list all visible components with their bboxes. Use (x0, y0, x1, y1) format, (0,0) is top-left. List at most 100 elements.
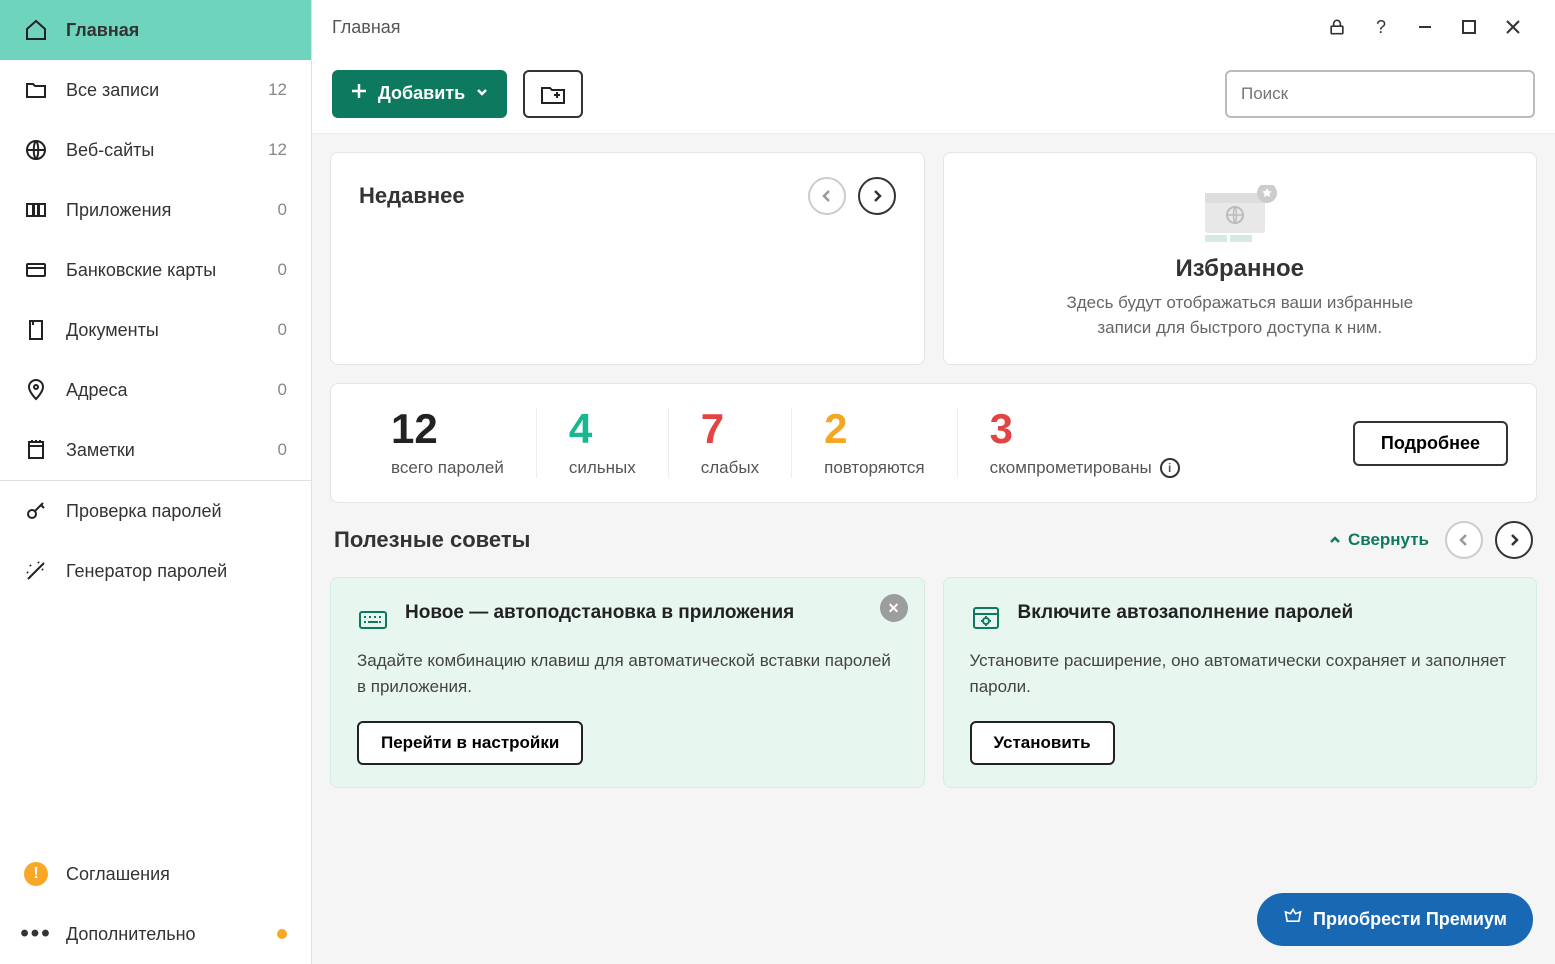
sidebar-item-label: Веб-сайты (66, 140, 250, 161)
sidebar-item-label: Проверка паролей (66, 501, 287, 522)
sidebar-item-agreements[interactable]: ! Соглашения (0, 844, 311, 904)
password-stats-card: 12 всего паролей 4 сильных 7 слабых 2 по… (330, 383, 1537, 503)
stat-total: 12 всего паролей (359, 408, 537, 478)
sidebar-item-cards[interactable]: Банковские карты 0 (0, 240, 311, 300)
favorites-desc: Здесь будут отображаться ваши избранные … (1040, 291, 1440, 340)
globe-icon (24, 138, 48, 162)
recent-prev-button[interactable] (808, 177, 846, 215)
card-icon (24, 258, 48, 282)
stat-repeat-num: 2 (824, 408, 925, 450)
sidebar-item-label: Адреса (66, 380, 260, 401)
minimize-button[interactable] (1403, 5, 1447, 49)
sidebar-item-password-check[interactable]: Проверка паролей (0, 481, 311, 541)
chevron-down-icon (475, 83, 489, 104)
stat-strong-num: 4 (569, 408, 636, 450)
tips-collapse-link[interactable]: Свернуть (1328, 530, 1429, 550)
tip-title: Новое — автоподстановка в приложения (405, 600, 794, 626)
sidebar-item-label: Генератор паролей (66, 561, 287, 582)
toolbar: Добавить (312, 54, 1555, 134)
home-icon (24, 18, 48, 42)
warning-icon: ! (24, 862, 48, 886)
sidebar-item-more[interactable]: ••• Дополнительно (0, 904, 311, 964)
stat-comp-label: скомпрометированы (990, 458, 1152, 478)
sidebar-item-addresses[interactable]: Адреса 0 (0, 360, 311, 420)
stat-strong-label: сильных (569, 458, 636, 478)
stat-compromised: 3 скомпрометированы i (958, 408, 1212, 478)
more-icon: ••• (24, 922, 48, 946)
folder-icon (24, 78, 48, 102)
tip-card-extension: Включите автозаполнение паролей Установи… (943, 577, 1538, 788)
main-area: Главная ? Добавить (312, 0, 1555, 964)
content: Недавнее (312, 134, 1555, 964)
sidebar-item-label: Приложения (66, 200, 260, 221)
search-input[interactable] (1225, 70, 1535, 118)
document-icon (24, 318, 48, 342)
sidebar-item-count: 0 (278, 260, 287, 280)
tips-next-button[interactable] (1495, 521, 1533, 559)
browser-gear-icon (970, 602, 1002, 634)
stat-weak-label: слабых (701, 458, 759, 478)
stat-total-label: всего паролей (391, 458, 504, 478)
tips-prev-button[interactable] (1445, 521, 1483, 559)
sidebar-item-documents[interactable]: Документы 0 (0, 300, 311, 360)
add-button-label: Добавить (378, 83, 465, 104)
maximize-button[interactable] (1447, 5, 1491, 49)
tip-install-button[interactable]: Установить (970, 721, 1115, 765)
tip-desc: Задайте комбинацию клавиш для автоматиче… (357, 648, 898, 699)
sidebar-item-label: Все записи (66, 80, 250, 101)
recent-title: Недавнее (359, 183, 465, 209)
recent-next-button[interactable] (858, 177, 896, 215)
close-button[interactable] (1491, 5, 1535, 49)
sidebar-item-all[interactable]: Все записи 12 (0, 60, 311, 120)
stats-more-button[interactable]: Подробнее (1353, 421, 1508, 466)
stat-total-num: 12 (391, 408, 504, 450)
stat-repeat-label: повторяются (824, 458, 925, 478)
location-icon (24, 378, 48, 402)
sidebar-item-home[interactable]: Главная (0, 0, 311, 60)
sidebar-item-apps[interactable]: Приложения 0 (0, 180, 311, 240)
notification-dot (277, 929, 287, 939)
sidebar-item-websites[interactable]: Веб-сайты 12 (0, 120, 311, 180)
stat-repeat: 2 повторяются (792, 408, 958, 478)
sidebar-item-label: Заметки (66, 440, 260, 461)
add-folder-button[interactable] (523, 70, 583, 118)
stat-strong: 4 сильных (537, 408, 669, 478)
sidebar-item-count: 0 (278, 440, 287, 460)
stat-weak: 7 слабых (669, 408, 792, 478)
stat-comp-num: 3 (990, 408, 1180, 450)
tip-card-autofill-apps: ✕ Новое — автоподстановка в приложения З… (330, 577, 925, 788)
recent-card: Недавнее (330, 152, 925, 365)
tips-header: Полезные советы Свернуть (330, 521, 1537, 559)
favorites-placeholder-icon (1195, 185, 1285, 245)
tip-close-button[interactable]: ✕ (880, 594, 908, 622)
sidebar-item-count: 0 (278, 200, 287, 220)
sidebar-item-count: 12 (268, 140, 287, 160)
sidebar-item-count: 0 (278, 320, 287, 340)
premium-button[interactable]: Приобрести Премиум (1257, 893, 1533, 946)
tip-desc: Установите расширение, оно автоматически… (970, 648, 1511, 699)
help-button[interactable]: ? (1359, 5, 1403, 49)
info-icon[interactable]: i (1160, 458, 1180, 478)
favorites-card: Избранное Здесь будут отображаться ваши … (943, 152, 1538, 365)
lock-button[interactable] (1315, 5, 1359, 49)
plus-icon (350, 82, 368, 105)
page-title: Главная (332, 17, 401, 38)
wand-icon (24, 559, 48, 583)
apps-icon (24, 198, 48, 222)
sidebar-item-label: Соглашения (66, 864, 287, 885)
tip-settings-button[interactable]: Перейти в настройки (357, 721, 583, 765)
crown-icon (1283, 907, 1303, 932)
favorites-title: Избранное (1176, 255, 1304, 283)
sidebar-item-notes[interactable]: Заметки 0 (0, 420, 311, 480)
premium-label: Приобрести Премиум (1313, 909, 1507, 930)
sidebar-item-label: Документы (66, 320, 260, 341)
stat-weak-num: 7 (701, 408, 759, 450)
tip-title: Включите автозаполнение паролей (1018, 600, 1354, 626)
sidebar-item-count: 12 (268, 80, 287, 100)
sidebar-item-label: Дополнительно (66, 924, 259, 945)
tips-collapse-label: Свернуть (1348, 530, 1429, 550)
add-button[interactable]: Добавить (332, 70, 507, 118)
sidebar-item-count: 0 (278, 380, 287, 400)
sidebar-item-generator[interactable]: Генератор паролей (0, 541, 311, 601)
keyboard-icon (357, 602, 389, 634)
